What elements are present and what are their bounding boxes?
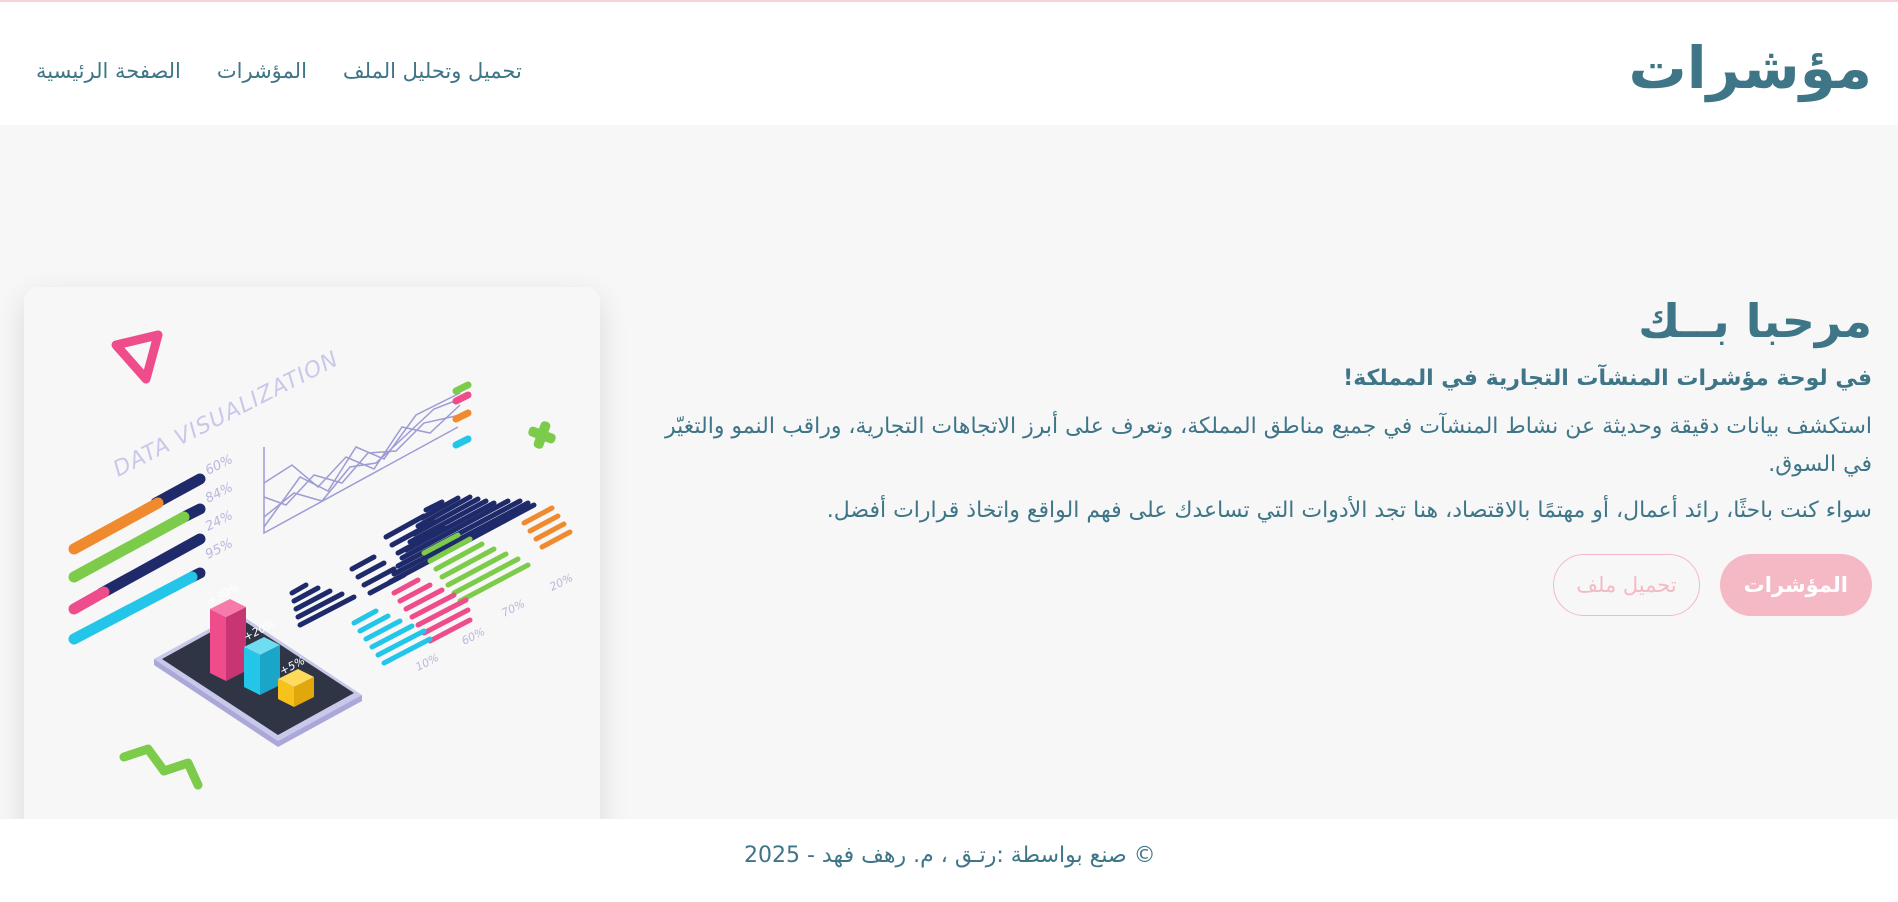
nav-link-upload-analyze[interactable]: تحميل وتحليل الملف bbox=[343, 51, 522, 91]
hero-title: مرحبا بــك bbox=[1638, 294, 1872, 348]
data-visualization-illustration: DATA VISUALIZATION 60% 84% 24% 95% 10% 6… bbox=[68, 330, 575, 790]
hero-paragraph-1: استكشف بيانات دقيقة وحديثة عن نشاط المنش… bbox=[664, 414, 1872, 477]
percent-label-3: 24% bbox=[203, 508, 236, 534]
percent-label-1: 60% bbox=[203, 452, 236, 478]
site-footer: © صنع بواسطة :رتـق ، م. رهف فهد - 2025 bbox=[0, 819, 1898, 902]
pink-triangle-shape bbox=[111, 330, 163, 384]
nav-link-home[interactable]: الصفحة الرئيسية bbox=[36, 51, 181, 91]
site-header: مؤشرات الصفحة الرئيسية المؤشرات تحميل وت… bbox=[0, 5, 1898, 125]
hero-subtitle: في لوحة مؤشرات المنشآت التجارية في الممل… bbox=[1343, 366, 1872, 391]
nav-link-indicators[interactable]: المؤشرات bbox=[217, 51, 307, 91]
stripe-label-3: 70% bbox=[499, 597, 527, 620]
striped-bar-chart bbox=[289, 494, 573, 666]
percent-label-2: 84% bbox=[203, 480, 236, 506]
hero-paragraph-2: سواء كنت باحثًا، رائد أعمال، أو مهتمًا ب… bbox=[826, 498, 1872, 523]
stripe-label-4: 20% bbox=[547, 571, 575, 594]
hero-content: مرحبا بــك في لوحة مؤشرات المنشآت التجار… bbox=[642, 290, 1872, 616]
illustration-card: DATA VISUALIZATION 60% 84% 24% 95% 10% 6… bbox=[24, 287, 600, 863]
green-cross-shape bbox=[528, 421, 556, 449]
green-zigzag-shape bbox=[119, 744, 203, 790]
upload-file-button[interactable]: تحميل ملف bbox=[1553, 554, 1700, 616]
stripe-label-1: 10% bbox=[413, 651, 441, 674]
copyright-text: © صنع بواسطة :رتـق ، م. رهف فهد - 2025 bbox=[744, 843, 1156, 868]
line-chart-legend bbox=[452, 381, 472, 449]
progress-bars bbox=[68, 473, 206, 645]
site-logo[interactable]: مؤشرات bbox=[1628, 33, 1872, 103]
indicators-button[interactable]: المؤشرات bbox=[1719, 554, 1872, 616]
main-nav: الصفحة الرئيسية المؤشرات تحميل وتحليل ال… bbox=[36, 51, 522, 91]
percent-label-4: 95% bbox=[203, 536, 236, 562]
stripe-label-2: 60% bbox=[459, 625, 487, 648]
hero-buttons: المؤشرات تحميل ملف bbox=[642, 554, 1872, 616]
